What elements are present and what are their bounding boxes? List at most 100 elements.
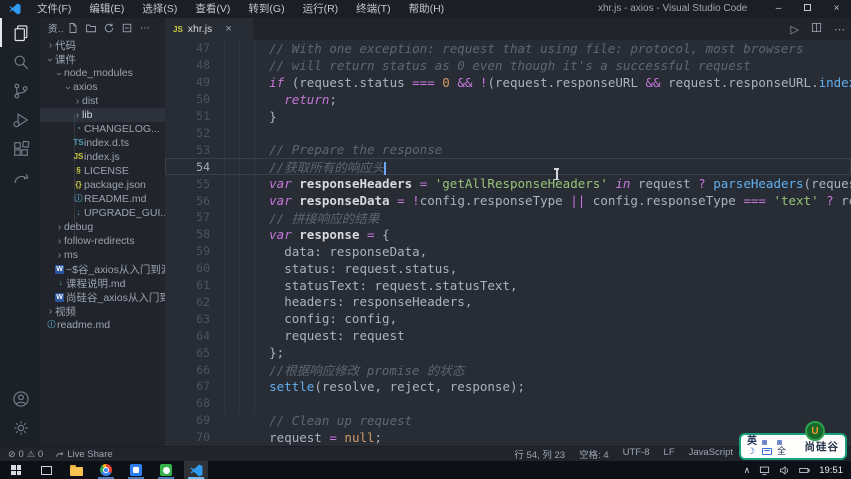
live-share-icon[interactable] — [0, 163, 40, 192]
tree-item[interactable]: ›课件 — [40, 52, 165, 66]
code-line[interactable]: 56 var responseData = !config.responseTy… — [165, 192, 851, 209]
code-editor[interactable]: 47 // With one exception: request that u… — [165, 40, 851, 446]
vscode-taskbar-icon[interactable] — [184, 461, 208, 479]
tree-item[interactable]: ›dist — [40, 94, 165, 108]
network-icon[interactable] — [759, 465, 770, 476]
minimize-button[interactable]: – — [764, 0, 793, 18]
code-line[interactable]: 51 } — [165, 108, 851, 125]
code-line[interactable]: 68 — [165, 395, 851, 412]
tree-item[interactable]: JSindex.js — [40, 150, 165, 164]
code-line[interactable]: 58 var response = { — [165, 226, 851, 243]
code-line[interactable]: 52 — [165, 125, 851, 142]
code-line[interactable]: 62 headers: responseHeaders, — [165, 294, 851, 311]
tree-item[interactable]: ⓘREADME.md — [40, 192, 165, 206]
split-editor-icon[interactable] — [811, 22, 822, 36]
battery-icon[interactable] — [799, 465, 810, 476]
tree-item[interactable]: ›debug — [40, 220, 165, 234]
tree-item[interactable]: W尚硅谷_axios从入门到源... — [40, 290, 165, 304]
status-item[interactable]: 行 54, 列 23 — [514, 447, 565, 461]
ime-fullwidth-toggle[interactable]: 全 — [777, 447, 786, 456]
tree-item[interactable]: ↓课程说明.md — [40, 276, 165, 290]
code-line[interactable]: 65 }; — [165, 344, 851, 361]
search-icon[interactable] — [0, 47, 40, 76]
tree-item[interactable]: ›代码 — [40, 38, 165, 52]
tree-item[interactable]: ⓘreadme.md — [40, 318, 165, 332]
code-line[interactable]: 50 return; — [165, 91, 851, 108]
tab-close-icon[interactable]: × — [225, 23, 231, 35]
tree-item[interactable]: W~$谷_axios从入门到源... — [40, 262, 165, 276]
tree-item[interactable]: ›follow-redirects — [40, 234, 165, 248]
code-line[interactable]: 59 data: responseData, — [165, 243, 851, 260]
tree-item[interactable]: §LICENSE — [40, 164, 165, 178]
problems-indicator[interactable]: ⊘0 ⚠0 — [8, 449, 43, 460]
clock[interactable]: 19:51 — [819, 465, 843, 476]
tree-item[interactable]: TSindex.d.ts — [40, 136, 165, 150]
status-item[interactable]: LF — [664, 447, 675, 461]
tree-item[interactable]: ›lib — [40, 108, 165, 122]
code-line[interactable]: 63 config: config, — [165, 310, 851, 327]
tab-xhr-js[interactable]: JS xhr.js × — [165, 18, 253, 40]
code-line[interactable]: 64 request: request — [165, 327, 851, 344]
menu-item[interactable]: 运行(R) — [294, 0, 348, 18]
menu-item[interactable]: 选择(S) — [133, 0, 186, 18]
more-actions-icon[interactable]: ⋯ — [136, 20, 154, 36]
green-app-icon[interactable] — [154, 461, 178, 479]
code-line[interactable]: 60 status: request.status, — [165, 260, 851, 277]
tree-item[interactable]: {}package.json — [40, 178, 165, 192]
blue-app-icon[interactable] — [124, 461, 148, 479]
new-folder-icon[interactable] — [82, 20, 100, 36]
tree-item[interactable]: ↓UPGRADE_GUI... — [40, 206, 165, 220]
explorer-icon[interactable] — [0, 18, 40, 47]
restore-button[interactable] — [793, 0, 822, 18]
ime-mini-icon-2[interactable] — [777, 440, 782, 445]
menu-item[interactable]: 文件(F) — [28, 0, 80, 18]
volume-icon[interactable] — [779, 465, 790, 476]
menu-item[interactable]: 查看(V) — [186, 0, 239, 18]
account-icon[interactable] — [0, 384, 40, 413]
close-button[interactable]: × — [822, 0, 851, 18]
start-button[interactable] — [4, 461, 28, 479]
run-file-icon[interactable]: ▷ — [791, 23, 799, 36]
refresh-icon[interactable] — [100, 20, 118, 36]
menu-item[interactable]: 转到(G) — [239, 0, 293, 18]
live-share-status[interactable]: Live Share — [55, 449, 112, 460]
status-item[interactable]: UTF-8 — [623, 447, 650, 461]
menu-item[interactable]: 终端(T) — [347, 0, 399, 18]
code-line[interactable]: 53 // Prepare the response — [165, 141, 851, 158]
code-line[interactable]: 69 // Clean up request — [165, 412, 851, 429]
code-line[interactable]: 67 settle(resolve, reject, response); — [165, 378, 851, 395]
ime-mini-icon-1[interactable] — [762, 440, 767, 445]
task-view-button[interactable] — [34, 461, 58, 479]
code-line[interactable]: 54 //获取所有的响应头 — [165, 158, 851, 175]
code-line[interactable]: 61 statusText: request.statusText, — [165, 277, 851, 294]
line-number: 53 — [165, 143, 210, 157]
tree-item[interactable]: ›ms — [40, 248, 165, 262]
chrome-icon[interactable] — [94, 461, 118, 479]
code-line[interactable]: 66 //根据响应修改 promise 的状态 — [165, 361, 851, 378]
chevron-right-icon: › — [55, 223, 64, 232]
status-item[interactable]: JavaScript — [689, 447, 733, 461]
editor-more-icon[interactable]: ⋯ — [834, 23, 845, 36]
collapse-folders-icon[interactable] — [118, 20, 136, 36]
tray-expand-icon[interactable]: ∧ — [744, 465, 751, 476]
tree-item[interactable]: ›视频 — [40, 304, 165, 318]
run-debug-icon[interactable] — [0, 105, 40, 134]
menu-item[interactable]: 编辑(E) — [80, 0, 133, 18]
ime-moon-icon[interactable]: ☽ — [747, 447, 757, 456]
ime-keyboard-icon[interactable] — [762, 448, 772, 455]
extensions-icon[interactable] — [0, 134, 40, 163]
tree-item[interactable]: ◔CHANGELOG... — [40, 122, 165, 136]
tree-item[interactable]: ›axios — [40, 80, 165, 94]
menu-item[interactable]: 帮助(H) — [400, 0, 454, 18]
code-line[interactable]: 55 var responseHeaders = 'getAllResponse… — [165, 175, 851, 192]
code-line[interactable]: 49 if (request.status === 0 && !(request… — [165, 74, 851, 91]
status-item[interactable]: 空格: 4 — [579, 447, 609, 461]
tree-item[interactable]: ›node_modules — [40, 66, 165, 80]
code-line[interactable]: 47 // With one exception: request that u… — [165, 40, 851, 57]
source-control-icon[interactable] — [0, 76, 40, 105]
code-line[interactable]: 48 // will return status as 0 even thoug… — [165, 57, 851, 74]
settings-gear-icon[interactable] — [0, 413, 40, 442]
code-line[interactable]: 57 // 拼接响应的结果 — [165, 209, 851, 226]
file-explorer-icon[interactable] — [64, 461, 88, 479]
new-file-icon[interactable] — [64, 20, 82, 36]
